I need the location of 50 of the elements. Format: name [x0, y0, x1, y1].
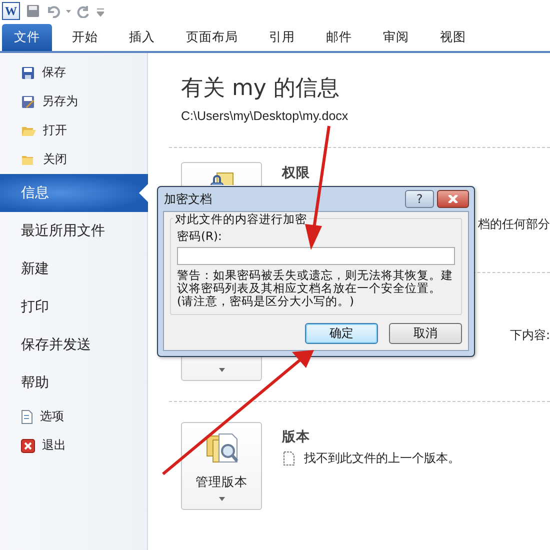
- cancel-button[interactable]: 取消: [389, 323, 462, 344]
- help-button[interactable]: ?: [405, 190, 434, 208]
- menu-page[interactable]: 帮助: [0, 364, 147, 402]
- menu-page[interactable]: 打印: [0, 288, 147, 326]
- ok-button[interactable]: 确定: [305, 323, 378, 344]
- warning-text: 警告：如果密码被丢失或遗忘，则无法将其恢复。建议将密码列表及其相应文档名放在一个安全位置。(请注意，密码是区分大小写的。): [177, 269, 454, 308]
- password-label: 密码(R):: [177, 229, 223, 244]
- menu-command[interactable]: 退出: [0, 431, 147, 460]
- ribbon-tab[interactable]: 视图: [427, 24, 479, 51]
- menu-command[interactable]: 打开: [0, 116, 147, 145]
- file-tab[interactable]: 文件: [2, 24, 52, 51]
- ribbon-tab[interactable]: 邮件: [313, 24, 365, 51]
- menu-page[interactable]: 新建: [0, 250, 147, 288]
- section-heading: 权限: [282, 164, 311, 182]
- manage-versions-button[interactable]: 管理版本: [181, 422, 262, 510]
- document-icon: [282, 451, 296, 466]
- menu-command[interactable]: 另存为: [0, 87, 147, 116]
- menu-page[interactable]: 保存并发送: [0, 326, 147, 364]
- section-description: 档的任何部分: [478, 216, 550, 233]
- menu-command[interactable]: 选项: [0, 402, 147, 431]
- floppy-pencil-icon: [21, 94, 35, 108]
- menu-page[interactable]: 最近所用文件: [0, 212, 147, 250]
- ribbon-tab[interactable]: 插入: [116, 24, 168, 51]
- app-logo[interactable]: W: [2, 2, 20, 20]
- ribbon-tab[interactable]: 引用: [256, 24, 308, 51]
- caret-icon: [218, 497, 224, 501]
- folder-icon: [21, 153, 36, 166]
- ribbon-tab[interactable]: 审阅: [370, 24, 422, 51]
- file-path: C:\Users\my\Desktop\my.docx: [181, 109, 350, 123]
- caret-icon: [218, 368, 224, 372]
- group-label: 对此文件的内容进行加密: [173, 212, 309, 227]
- password-field[interactable]: [177, 247, 455, 265]
- folder-icon: [21, 124, 36, 137]
- close-icon: [21, 438, 35, 452]
- menu-command[interactable]: 保存: [0, 58, 147, 87]
- ribbon-tab[interactable]: 开始: [59, 24, 111, 51]
- page-title: 有关 my 的信息: [181, 75, 340, 103]
- section-description: 下内容:: [510, 327, 550, 344]
- document-icon: [21, 410, 33, 424]
- menu-page[interactable]: 信息: [0, 174, 148, 212]
- undo-icon[interactable]: [46, 4, 60, 18]
- close-icon: [448, 195, 458, 203]
- menu-command[interactable]: 关闭: [0, 145, 147, 174]
- redo-icon[interactable]: [77, 4, 91, 18]
- close-button[interactable]: [437, 190, 469, 208]
- dialog-title: 加密文档: [164, 190, 213, 208]
- section-description: 找不到此文件的上一个版本。: [304, 450, 460, 467]
- ribbon-tab[interactable]: 页面布局: [173, 24, 251, 51]
- section-heading: 版本: [282, 428, 311, 446]
- caret-icon[interactable]: [66, 10, 71, 12]
